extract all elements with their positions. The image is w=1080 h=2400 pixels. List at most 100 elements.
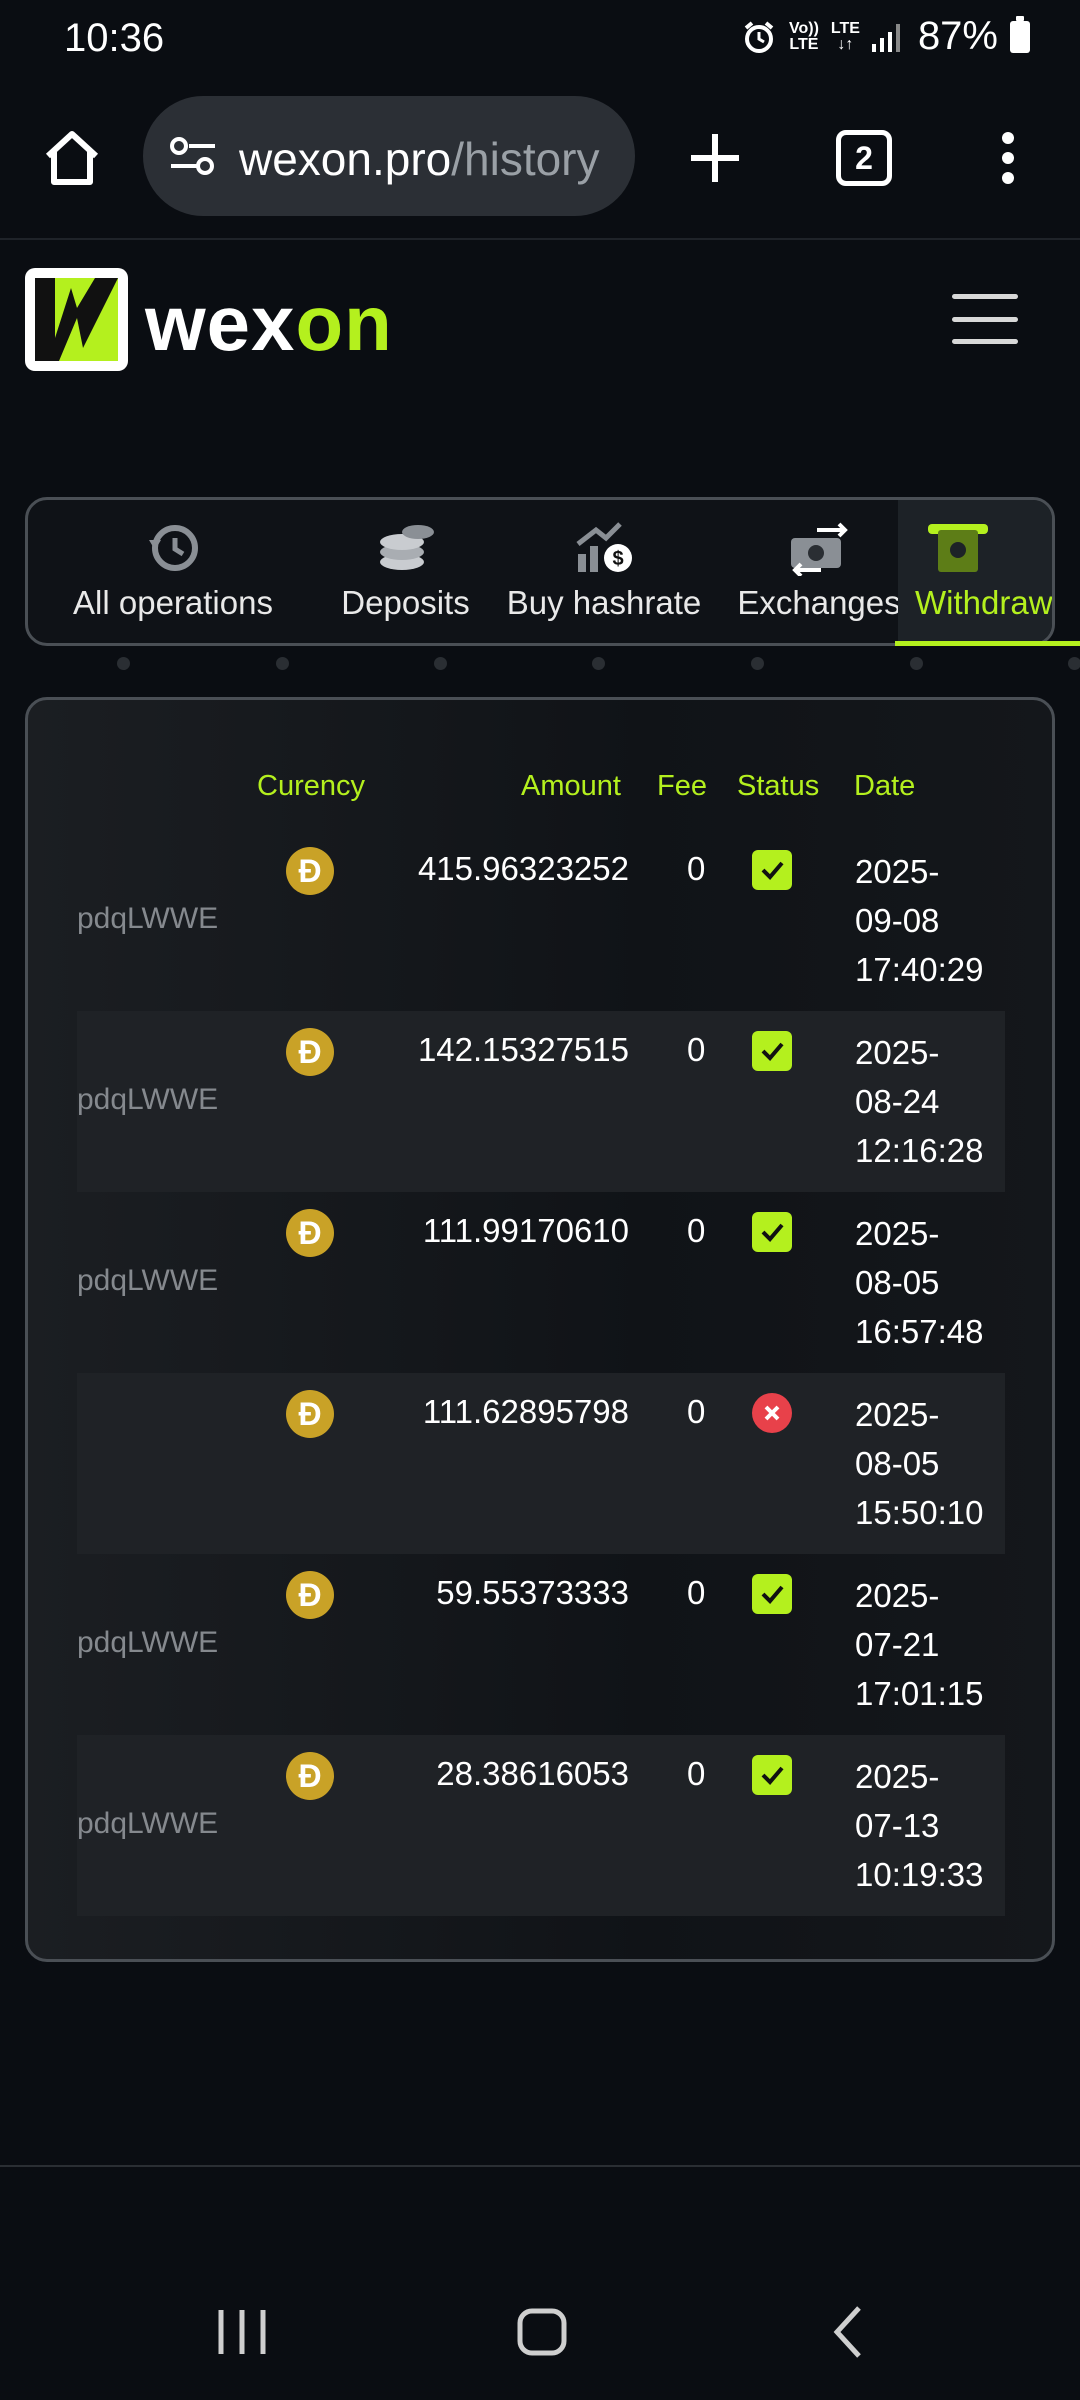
dogecoin-icon: Ð [286,847,334,895]
tab-buy-hashrate[interactable]: $ Buy hashrate [493,500,715,643]
tab-label: All operations [73,584,273,621]
date-time: 17:40:29 [855,951,984,988]
battery-icon [1010,15,1030,53]
lte-arrows-icon: ↓↑ [837,35,854,53]
back-icon[interactable] [825,2302,869,2362]
amount-cell: 111.62895798 [422,1393,629,1430]
alarm-icon [744,20,774,53]
date-year: 2025- [855,1034,940,1071]
more-options-icon[interactable] [990,126,1026,190]
status-bar: 10:36 Vo)) LTE LTE ↓↑ 87% [0,0,1080,80]
home-nav-icon[interactable] [515,2302,569,2362]
table-row[interactable]: pdqLWWE Ð 111.99170610 0 2025- 08-05 16:57… [77,1192,1005,1373]
tab-label: Deposits [341,584,470,621]
fee-cell: 0 [687,850,706,887]
date-month-day: 07-13 [855,1807,940,1844]
dogecoin-icon: Ð [286,1390,334,1438]
date-cell: 2025- 07-13 10:19:33 [855,1752,1005,1899]
header-fee: Fee [657,770,707,802]
amount-cell: 28.38616053 [436,1755,629,1792]
date-year: 2025- [855,1758,940,1795]
date-month-day: 08-05 [855,1264,940,1301]
amount-cell: 415.96323252 [417,850,629,887]
logo-text-wex: wex [145,279,296,367]
url-path: /history [451,133,600,185]
header-date: Date [854,770,916,802]
tab-label: Withdrawal [915,584,1053,621]
table-row[interactable]: pdqLWWE Ð 415.96323252 0 2025- 09-08 17:40… [77,830,1005,1011]
fee-cell: 0 [687,1212,706,1249]
date-month-day: 08-24 [855,1083,940,1120]
logo-icon[interactable] [25,268,128,371]
volte-top: Vo)) [788,19,819,37]
header-currency: Curency [257,770,365,802]
status-success-icon [752,1212,792,1252]
address-cell: pdqLWWE [77,1626,219,1659]
battery-percent: 87% [917,14,998,58]
active-tab-indicator [895,641,1080,646]
fee-cell: 0 [687,1393,706,1430]
address-cell: pdqLWWE [77,1264,219,1297]
address-cell: pdqLWWE [77,1083,219,1116]
url-domain: wexon.pro [239,133,452,185]
address-bar[interactable]: wexon.pro/history [143,96,635,216]
site-settings-icon[interactable] [169,136,217,176]
tab-withdrawal[interactable]: Withdrawal [898,500,1053,643]
date-cell: 2025- 08-24 12:16:28 [855,1028,1005,1175]
status-success-icon [752,1755,792,1795]
fee-cell: 0 [687,1755,706,1792]
tab-label: Exchanges [737,584,901,621]
volte-bottom: LTE [789,35,819,53]
amount-cell: 111.99170610 [422,1212,629,1249]
dogecoin-icon: Ð [286,1752,334,1800]
tab-switcher-button[interactable]: 2 [836,130,892,186]
table-body: pdqLWWE Ð 415.96323252 0 2025- 09-08 17:40… [77,830,1005,1916]
table-row[interactable]: pdqLWWE Ð 142.15327515 0 2025- 08-24 12:16… [77,1011,1005,1192]
date-year: 2025- [855,1396,940,1433]
fee-cell: 0 [687,1574,706,1611]
logo-text[interactable]: wexon [145,278,393,369]
coins-stack-icon [379,525,434,570]
status-failed-icon [752,1393,792,1433]
date-month-day: 08-05 [855,1445,940,1482]
history-icon [149,525,198,571]
new-tab-icon[interactable] [683,126,747,190]
system-navigation-bar [0,2167,1080,2400]
lte-label: LTE [830,19,860,37]
date-month-day: 09-08 [855,902,940,939]
date-time: 10:19:33 [855,1856,984,1893]
status-success-icon [752,850,792,890]
date-month-day: 07-21 [855,1626,940,1663]
date-year: 2025- [855,1215,940,1252]
status-success-icon [752,1574,792,1614]
home-icon[interactable] [40,126,104,190]
status-time: 10:36 [64,16,165,60]
exchange-icon [791,522,848,576]
date-year: 2025- [855,853,940,890]
tab-all-operations[interactable]: All operations [28,500,318,643]
table-row[interactable]: pdqLWWE Ð 59.55373333 0 2025- 07-21 17:01:… [77,1554,1005,1735]
table-row[interactable]: Ð 111.62895798 0 2025- 08-05 15:50:10 [77,1373,1005,1554]
amount-cell: 142.15327515 [417,1031,629,1068]
history-tabs: All operations Deposits $ Buy hashrate E… [25,497,1055,646]
date-time: 16:57:48 [855,1313,984,1350]
address-cell: pdqLWWE [77,902,219,935]
date-time: 15:50:10 [855,1494,984,1531]
table-header: Curency Amount Fee Status Date [28,770,1052,810]
tab-deposits[interactable]: Deposits [318,500,493,643]
tab-label: Buy hashrate [506,584,702,621]
svg-text:$: $ [612,548,623,570]
hamburger-menu-icon[interactable] [952,294,1018,344]
dogecoin-icon: Ð [286,1028,334,1076]
fee-cell: 0 [687,1031,706,1068]
dogecoin-icon: Ð [286,1209,334,1257]
date-time: 12:16:28 [855,1132,984,1169]
status-icons: Vo)) LTE LTE ↓↑ 87% [741,14,1030,59]
address-cell: pdqLWWE [77,1807,219,1840]
date-cell: 2025- 09-08 17:40:29 [855,847,1005,994]
table-row[interactable]: pdqLWWE Ð 28.38616053 0 2025- 07-13 10:19:… [77,1735,1005,1916]
url-text: wexon.pro/history [239,132,600,186]
recent-apps-icon[interactable] [215,2302,269,2362]
date-year: 2025- [855,1577,940,1614]
tab-exchanges[interactable]: Exchanges [715,500,923,643]
